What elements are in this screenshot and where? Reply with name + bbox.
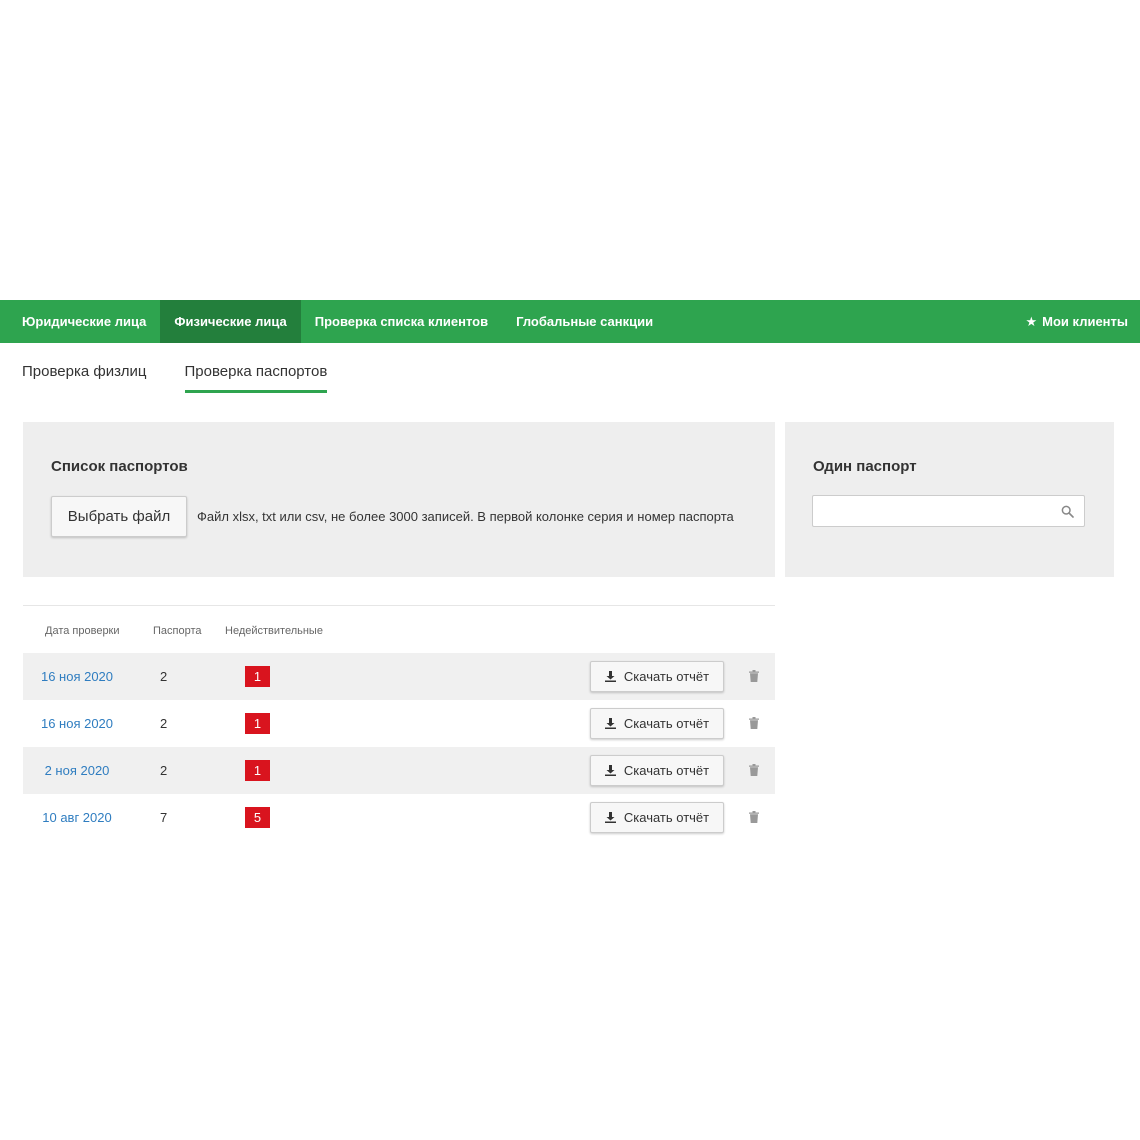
header-check-date: Дата проверки: [45, 625, 120, 637]
download-report-label: Скачать отчёт: [623, 763, 710, 778]
single-passport-title: Один паспорт: [813, 458, 917, 475]
nav-item-my-clients[interactable]: ★ Мои клиенты: [1012, 300, 1140, 343]
my-clients-label: Мои клиенты: [1042, 314, 1128, 329]
download-report-button[interactable]: Скачать отчёт: [590, 661, 724, 692]
file-format-hint: Файл xlsx, txt или csv, не более 3000 за…: [197, 509, 734, 524]
invalid-count-badge: 1: [245, 760, 270, 781]
passports-count: 2: [160, 763, 168, 778]
nav-item-client-list-check[interactable]: Проверка списка клиентов: [301, 300, 502, 343]
search-icon[interactable]: [1061, 505, 1074, 518]
nav-item-legal-entities[interactable]: Юридические лица: [0, 300, 160, 343]
table-row: 10 авг 2020 7 5 Скачать отчёт: [23, 794, 775, 841]
table-row: 16 ноя 2020 2 1 Скачать отчёт: [23, 653, 775, 700]
table-divider: [23, 605, 775, 606]
passport-search-field: [812, 495, 1085, 527]
header-passports: Паспорта: [153, 625, 202, 637]
passports-count: 2: [160, 716, 168, 731]
passport-list-title: Список паспортов: [51, 458, 188, 475]
passports-count: 2: [160, 669, 168, 684]
tab-passport-check[interactable]: Проверка паспортов: [184, 343, 328, 393]
table-header: Дата проверки Паспорта Недействительные: [23, 620, 775, 642]
download-report-label: Скачать отчёт: [623, 669, 710, 684]
download-icon: [604, 812, 616, 823]
table-row: 16 ноя 2020 2 1 Скачать отчёт: [23, 700, 775, 747]
download-icon: [604, 765, 616, 776]
trash-icon[interactable]: [749, 717, 759, 729]
passport-list-panel: Список паспортов Выбрать файл Файл xlsx,…: [23, 422, 775, 577]
download-icon: [604, 718, 616, 729]
star-icon: ★: [1025, 313, 1038, 329]
download-icon: [604, 671, 616, 682]
passports-count: 7: [160, 810, 168, 825]
invalid-count-badge: 1: [245, 666, 270, 687]
passport-search-input[interactable]: [813, 496, 1084, 526]
trash-icon[interactable]: [749, 811, 759, 823]
invalid-count-badge: 1: [245, 713, 270, 734]
download-report-button[interactable]: Скачать отчёт: [590, 802, 724, 833]
nav-item-global-sanctions[interactable]: Глобальные санкции: [502, 300, 667, 343]
sub-tabs: Проверка физлиц Проверка паспортов: [22, 343, 365, 395]
trash-icon[interactable]: [749, 670, 759, 682]
download-report-button[interactable]: Скачать отчёт: [590, 755, 724, 786]
check-date-link[interactable]: 16 ноя 2020: [23, 716, 131, 731]
choose-file-button[interactable]: Выбрать файл: [51, 496, 187, 537]
table-row: 2 ноя 2020 2 1 Скачать отчёт: [23, 747, 775, 794]
top-nav: Юридические лица Физические лица Проверк…: [0, 300, 1140, 343]
nav-item-individuals[interactable]: Физические лица: [160, 300, 301, 343]
download-report-label: Скачать отчёт: [623, 716, 710, 731]
single-passport-panel: Один паспорт: [785, 422, 1114, 577]
check-date-link[interactable]: 16 ноя 2020: [23, 669, 131, 684]
header-invalid: Недействительные: [225, 625, 323, 637]
download-report-label: Скачать отчёт: [623, 810, 710, 825]
download-report-button[interactable]: Скачать отчёт: [590, 708, 724, 739]
check-date-link[interactable]: 10 авг 2020: [23, 810, 131, 825]
check-date-link[interactable]: 2 ноя 2020: [23, 763, 131, 778]
trash-icon[interactable]: [749, 764, 759, 776]
tab-individuals-check[interactable]: Проверка физлиц: [22, 343, 147, 393]
invalid-count-badge: 5: [245, 807, 270, 828]
